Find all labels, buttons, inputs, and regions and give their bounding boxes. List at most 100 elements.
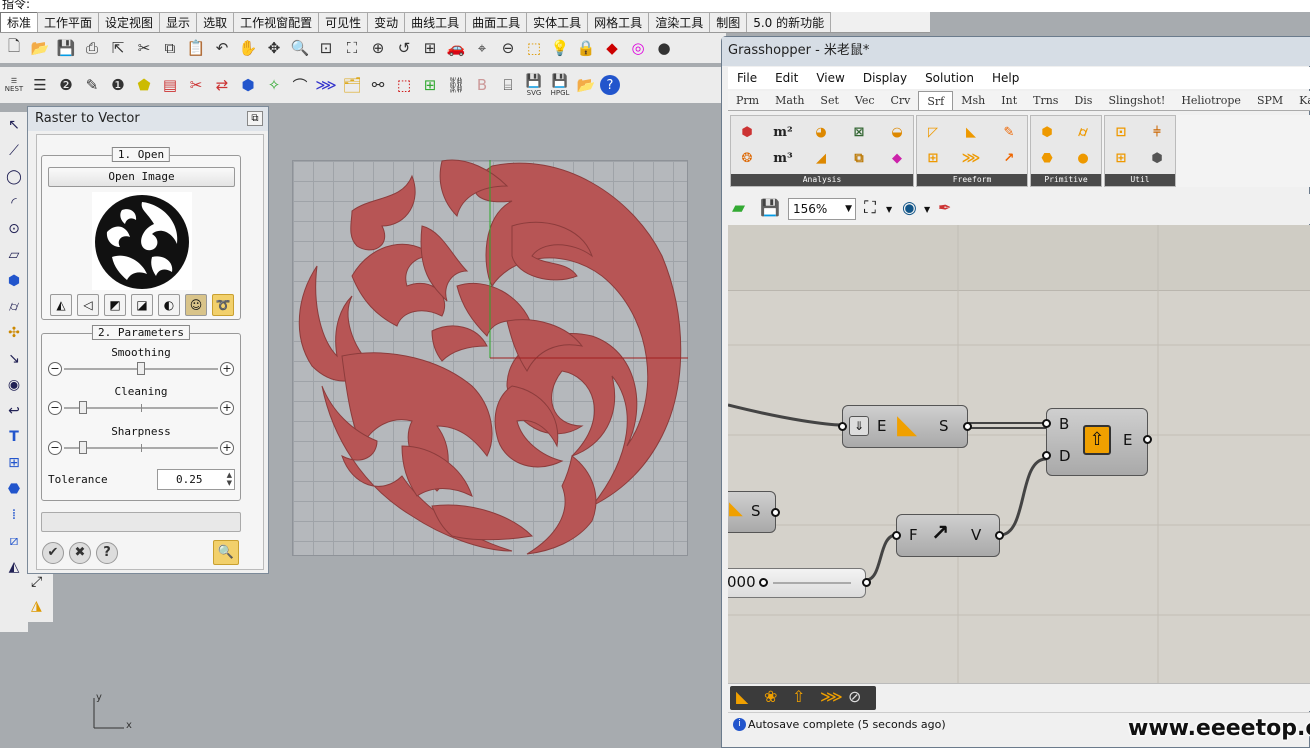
sharpness-slider[interactable]: − +	[48, 441, 234, 455]
tab-transform[interactable]: 变动	[367, 12, 406, 32]
number-slider[interactable]: 000	[728, 568, 871, 598]
evaluate-icon[interactable]: ⊠	[847, 120, 871, 144]
color-wheel-icon[interactable]: ◎	[626, 36, 650, 60]
vector-input-pin[interactable]	[892, 531, 901, 540]
menu-solution[interactable]: Solution	[916, 71, 983, 85]
command-line[interactable]: 指令:	[0, 0, 1310, 12]
surface-closest-icon[interactable]: ◆	[885, 146, 909, 170]
tab-cplanes[interactable]: 工作平面	[37, 12, 100, 32]
tab-viewport-layout[interactable]: 工作视窗配置	[233, 12, 320, 32]
tab-dis[interactable]: Dis	[1066, 91, 1100, 110]
tab-trns[interactable]: Trns	[1025, 91, 1066, 110]
sharpness-thumb[interactable]	[78, 441, 87, 454]
step-pencil-icon[interactable]: ✎	[80, 73, 104, 97]
tab-drafting[interactable]: 制图	[709, 12, 748, 32]
bracket-icon[interactable]: ⌸	[496, 73, 520, 97]
save-icon[interactable]: 💾	[54, 36, 78, 60]
zoom-dropdown[interactable]: 156% ▼	[788, 198, 856, 220]
export-icon[interactable]: ⇱	[106, 36, 130, 60]
tab-surface-tools[interactable]: 曲面工具	[465, 12, 528, 32]
point-edit-icon[interactable]: ✣	[3, 322, 25, 344]
tab-new-in-v5[interactable]: 5.0 的新功能	[746, 12, 832, 32]
tab-display[interactable]: 显示	[159, 12, 198, 32]
tab-int[interactable]: Int	[993, 91, 1025, 110]
set-cplane-icon[interactable]: ⊖	[496, 36, 520, 60]
rectangle-icon[interactable]: ▱	[3, 244, 25, 266]
cleaning-minus-button[interactable]: −	[48, 401, 62, 415]
grid-points-icon[interactable]: ⁞	[3, 504, 25, 526]
blue-shapes-icon[interactable]: ⋙	[314, 73, 338, 97]
curvature-icon[interactable]: ◕	[809, 120, 833, 144]
tab-spm[interactable]: SPM	[1249, 91, 1291, 110]
zoom-selected-icon[interactable]: ⊕	[366, 36, 390, 60]
sphere-render-icon[interactable]: ●	[652, 36, 676, 60]
menu-file[interactable]: File	[728, 71, 766, 85]
dimensions-icon[interactable]: ◢	[809, 146, 833, 170]
link-icon[interactable]: ⚯	[366, 73, 390, 97]
snap-icon[interactable]: ⬚	[522, 36, 546, 60]
car-icon[interactable]: 🚗	[444, 36, 468, 60]
area-icon[interactable]: m²	[771, 120, 795, 144]
circle-icon[interactable]: ◯	[3, 166, 25, 188]
brep-wireframe-icon[interactable]: ❂	[735, 146, 759, 170]
undo-view-icon[interactable]: ↺	[392, 36, 416, 60]
polyline-icon[interactable]: ⟋	[3, 140, 25, 162]
point-on-surface-icon[interactable]: ◒	[885, 120, 909, 144]
tab-solid-tools[interactable]: 实体工具	[526, 12, 589, 32]
zoom-window-icon[interactable]: ⊡	[314, 36, 338, 60]
tab-slingshot[interactable]: Slingshot!	[1100, 91, 1173, 110]
extrude-icon[interactable]: ◣	[959, 120, 983, 144]
tab-msh[interactable]: Msh	[953, 91, 993, 110]
mirror-v-icon[interactable]: ◁	[77, 294, 99, 316]
smoothing-minus-button[interactable]: −	[48, 362, 62, 376]
bounding-box-icon[interactable]: ⬢	[1035, 120, 1059, 144]
extrude-input-pin[interactable]	[838, 422, 847, 431]
grasshopper-canvas[interactable]: ⇓ E ◣ S B D ⇧ E ◣ S F ↗ V 000	[728, 225, 1310, 685]
material-icon[interactable]: ◆	[600, 36, 624, 60]
lock-icon[interactable]: 🔒	[574, 36, 598, 60]
copy-icon[interactable]: ⧉	[158, 36, 182, 60]
question-icon[interactable]: ?	[96, 542, 118, 564]
boundary-input-b-pin[interactable]	[1042, 419, 1051, 428]
rail-revolve-icon[interactable]: ↗	[997, 146, 1021, 170]
smoothing-slider[interactable]: − +	[48, 362, 234, 376]
loft-icon[interactable]: ◸	[921, 120, 945, 144]
vector-output-pin[interactable]	[995, 531, 1004, 540]
partial-output-pin[interactable]	[771, 508, 780, 517]
tab-heliotrope[interactable]: Heliotrope	[1173, 91, 1249, 110]
rotate-left-icon[interactable]: ◩	[104, 294, 126, 316]
open-folder2-icon[interactable]: 📂	[574, 73, 598, 97]
solid-icon[interactable]: ⬣	[3, 478, 25, 500]
four-viewports-icon[interactable]: ⊞	[418, 36, 442, 60]
cylinder-icon[interactable]: ⌭	[3, 296, 25, 318]
smoothing-plus-button[interactable]: +	[220, 362, 234, 376]
cleaning-thumb[interactable]	[78, 401, 87, 414]
arc-lines-icon[interactable]: ⌒	[288, 73, 312, 97]
smoothing-thumb[interactable]	[137, 362, 145, 375]
sketch-pen-icon[interactable]: ✒	[938, 198, 960, 220]
tab-crv[interactable]: Crv	[883, 91, 919, 110]
tab-visibility[interactable]: 可见性	[318, 12, 369, 32]
partial-component[interactable]: ◣ S	[728, 491, 780, 533]
mona-lisa-icon[interactable]: ☺	[185, 294, 207, 316]
chevron-down-icon[interactable]: ▼	[886, 205, 896, 214]
network-quick-icon[interactable]: ⋙	[820, 687, 843, 706]
step-yellow-icon[interactable]: ⬟	[132, 73, 156, 97]
extrude-output-pin[interactable]	[963, 422, 972, 431]
dimension-icon[interactable]: ↘	[3, 348, 25, 370]
loft-quick-icon[interactable]: ◣	[736, 687, 748, 706]
box-icon[interactable]: ⬢	[3, 270, 25, 292]
mirror-h-icon[interactable]: ◭	[50, 294, 72, 316]
paste-icon[interactable]: 📋	[184, 36, 208, 60]
ellipse-icon[interactable]: ⊙	[3, 218, 25, 240]
center-box-icon[interactable]: ⬣	[1035, 146, 1059, 170]
divide-surface-icon[interactable]: ⫩	[1145, 120, 1169, 144]
tab-standard[interactable]: 标准	[0, 12, 39, 32]
trace-icon[interactable]: ➰	[212, 294, 234, 316]
tab-mesh-tools[interactable]: 网格工具	[587, 12, 650, 32]
rotate-view-icon[interactable]: ✥	[262, 36, 286, 60]
box-analysis-icon[interactable]: ⬢	[735, 120, 759, 144]
isotrim-icon[interactable]: ⊡	[1109, 120, 1133, 144]
link-check-icon[interactable]: ⛓	[444, 73, 468, 97]
blob-quick-icon[interactable]: ❀	[764, 687, 777, 706]
